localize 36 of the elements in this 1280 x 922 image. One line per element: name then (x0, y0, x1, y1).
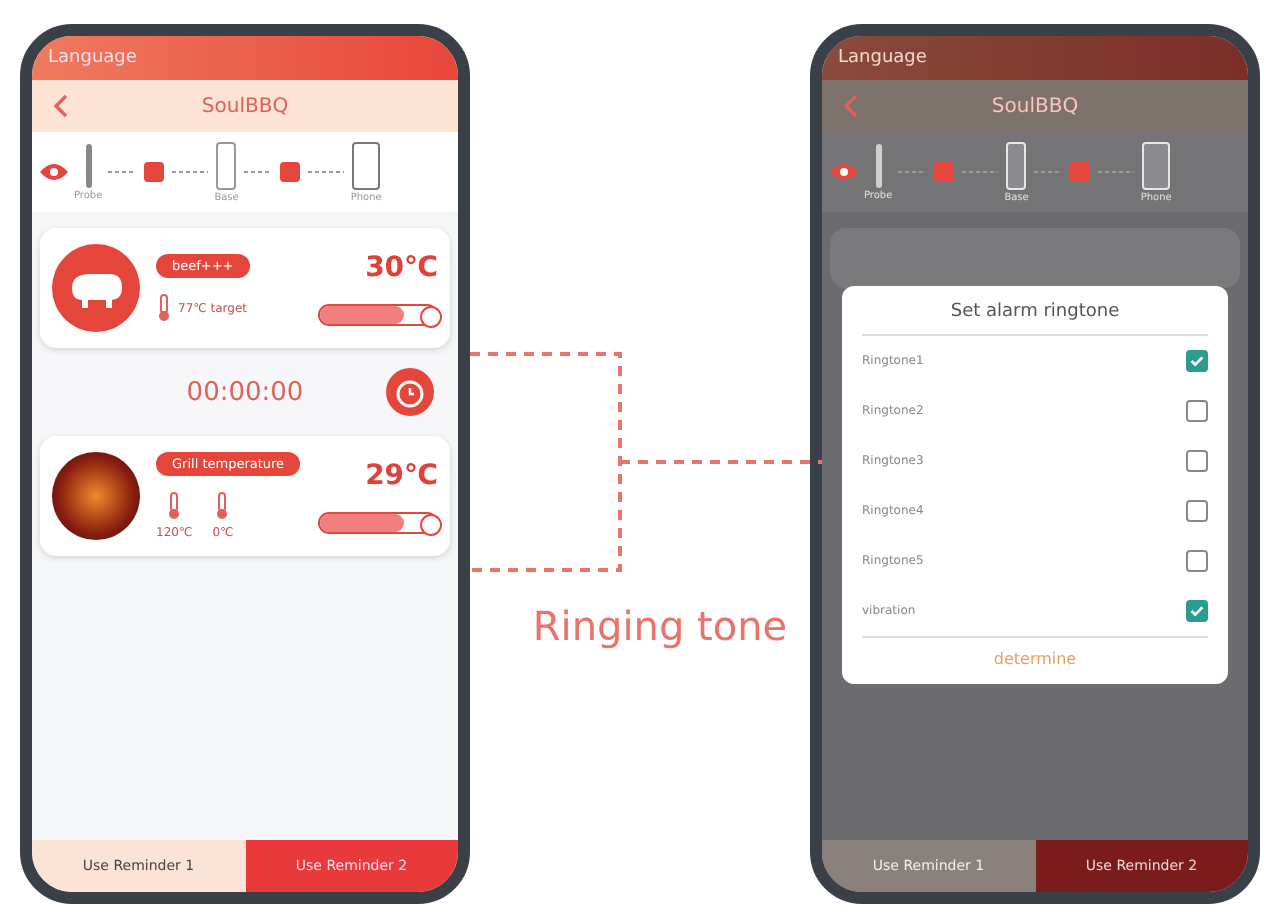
probe-icon (830, 160, 858, 184)
callout-label: Ringing tone (532, 602, 788, 650)
probe-stick-icon (85, 143, 92, 187)
app-title: SoulBBQ (199, 95, 291, 117)
alarm-slider[interactable] (318, 303, 438, 325)
photo-placeholder (52, 452, 140, 540)
probe-icon (40, 160, 68, 184)
thermometer-icon (214, 492, 231, 520)
status-label: Language (838, 48, 927, 68)
probe-stick-icon (875, 143, 882, 187)
alarm-slider[interactable] (318, 511, 438, 533)
base-icon (1006, 141, 1027, 189)
signal-link-drawing (108, 162, 209, 182)
checkbox[interactable] (1186, 400, 1208, 422)
status-label: Language (48, 48, 137, 68)
signal-link-drawing (244, 162, 345, 182)
checkbox[interactable] (1186, 500, 1208, 522)
app-title: SoulBBQ (989, 95, 1081, 117)
determine-button[interactable]: determine (862, 636, 1208, 676)
thermometer-icon (166, 492, 183, 520)
phone-icon (1142, 141, 1171, 189)
dialog-title: Set alarm ringtone (862, 294, 1208, 336)
current-temperature: 29℃ (365, 459, 438, 491)
signal-link-drawing (898, 162, 999, 182)
checkbox[interactable] (1186, 350, 1208, 372)
thermometer-icon (156, 294, 172, 322)
checkbox[interactable] (1186, 600, 1208, 622)
back-icon[interactable] (52, 94, 68, 118)
base-icon (216, 141, 237, 189)
timer: 00:00:00 (186, 377, 304, 407)
phone-icon (352, 141, 381, 189)
checkbox[interactable] (1186, 550, 1208, 572)
checkbox[interactable] (1186, 450, 1208, 472)
alarm-clock-icon[interactable] (386, 368, 434, 416)
current-temperature: 30℃ (365, 251, 438, 283)
signal-link-drawing (1034, 162, 1135, 182)
